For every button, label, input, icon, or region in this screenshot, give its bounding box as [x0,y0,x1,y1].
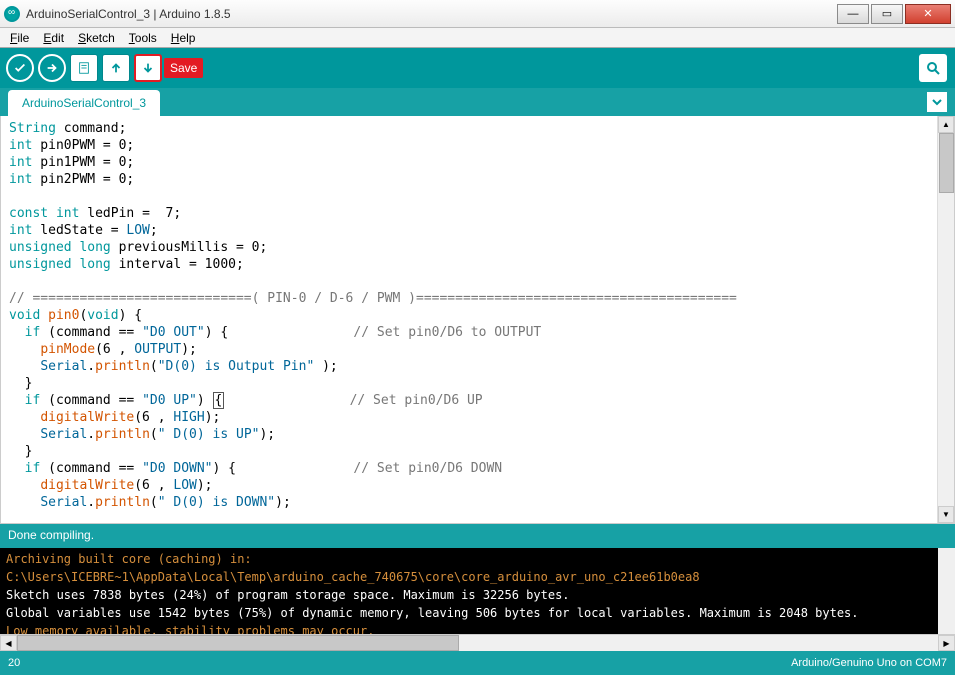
upload-button[interactable] [38,54,66,82]
window-titlebar: ArduinoSerialControl_3 | Arduino 1.8.5 —… [0,0,955,28]
menu-sketch[interactable]: Sketch [72,29,121,47]
window-title: ArduinoSerialControl_3 | Arduino 1.8.5 [26,7,837,21]
sketch-tab[interactable]: ArduinoSerialControl_3 [8,90,160,116]
new-button[interactable] [70,54,98,82]
save-label-callout: Save [164,58,203,78]
compile-status-bar: Done compiling. [0,524,955,548]
serial-monitor-button[interactable] [919,54,947,82]
scroll-right-arrow[interactable]: ▶ [938,635,955,651]
scroll-thumb[interactable] [939,133,954,193]
hscroll-thumb[interactable] [17,635,459,651]
file-icon [77,61,91,75]
code-editor[interactable]: String command; int pin0PWM = 0; int pin… [1,116,937,523]
arrow-down-icon [141,61,155,75]
sketch-tab-bar: ArduinoSerialControl_3 [0,88,955,116]
menu-edit[interactable]: Edit [37,29,70,47]
save-button[interactable] [134,54,162,82]
console-scrollbar-vertical[interactable] [938,548,955,634]
maximize-button[interactable]: ▭ [871,4,903,24]
arduino-app-icon [4,6,20,22]
scroll-down-arrow[interactable]: ▼ [938,506,954,523]
console-line: Sketch uses 7838 bytes (24%) of program … [6,586,949,604]
close-button[interactable]: ✕ [905,4,951,24]
open-button[interactable] [102,54,130,82]
console-line: Low memory available, stability problems… [6,622,949,634]
magnifier-icon [925,60,941,76]
arrow-up-icon [109,61,123,75]
board-port-info: Arduino/Genuino Uno on COM7 [791,657,947,669]
minimize-button[interactable]: — [837,4,869,24]
footer-status-bar: 20 Arduino/Genuino Uno on COM7 [0,651,955,675]
chevron-down-icon [932,97,942,107]
code-editor-pane: String command; int pin0PWM = 0; int pin… [0,116,955,524]
check-icon [13,61,27,75]
menu-bar: File Edit Sketch Tools Help [0,28,955,48]
horizontal-scrollbar[interactable]: ◀ ▶ [0,634,955,651]
console-line: Archiving built core (caching) in: C:\Us… [6,550,949,586]
arrow-right-icon [45,61,59,75]
editor-scrollbar-vertical[interactable]: ▲ ▼ [937,116,954,523]
scroll-left-arrow[interactable]: ◀ [0,635,17,651]
menu-file[interactable]: File [4,29,35,47]
line-number: 20 [8,657,20,669]
menu-help[interactable]: Help [165,29,202,47]
console-line: Global variables use 1542 bytes (75%) of… [6,604,949,622]
verify-button[interactable] [6,54,34,82]
tab-menu-button[interactable] [927,92,947,112]
menu-tools[interactable]: Tools [123,29,163,47]
scroll-up-arrow[interactable]: ▲ [938,116,954,133]
toolbar: Save [0,48,955,88]
output-console[interactable]: Archiving built core (caching) in: C:\Us… [0,548,955,634]
